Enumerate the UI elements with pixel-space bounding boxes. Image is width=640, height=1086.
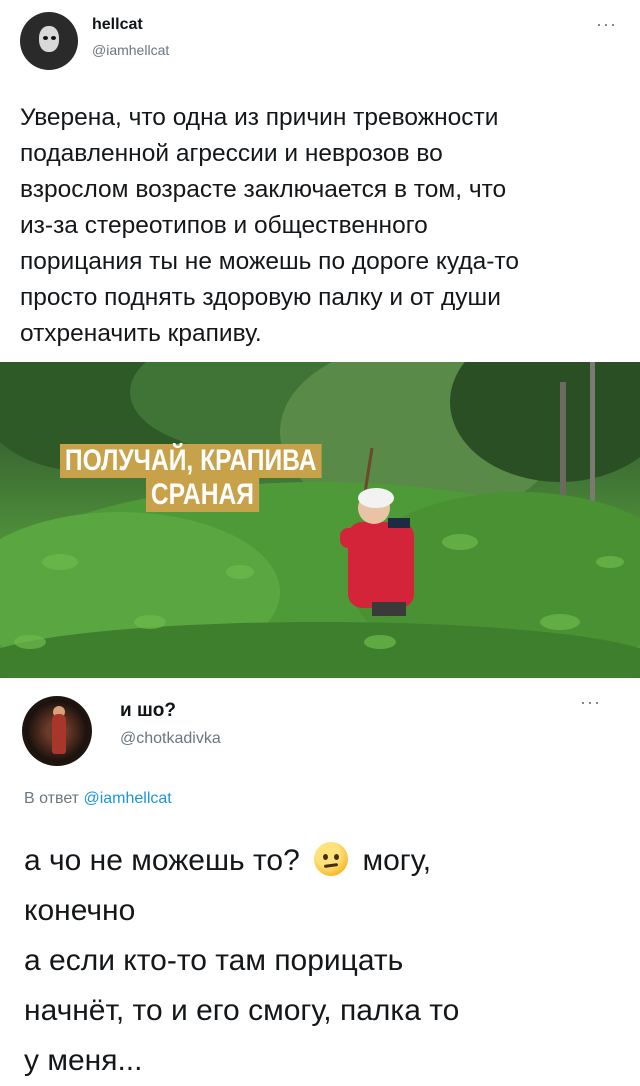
author-name[interactable]: hellcat [92, 16, 143, 34]
reply-text-line: а если кто-то там порицать [24, 944, 404, 977]
author-name[interactable]: и шо? [120, 700, 176, 722]
avatar-figure [52, 714, 66, 754]
tweet-text-line: Уверена, что одна из причин тревожности [20, 104, 499, 131]
meme-caption-line: СРАНАЯ [146, 478, 259, 512]
author-handle[interactable]: @iamhellcat [92, 42, 169, 58]
tweet-text-line: порицания ты не можешь по дороге куда-то [20, 248, 519, 275]
reply-text-line: а чо не можешь то? могу, [24, 836, 624, 886]
reply-mention-link[interactable]: @iamhellcat [83, 790, 171, 807]
more-options-icon[interactable]: ··· [580, 692, 601, 713]
more-options-icon[interactable]: ··· [596, 14, 617, 35]
tweet-text-line: просто поднять здоровую палку и от души [20, 284, 501, 311]
reply-tweet: и шо? @chotkadivka ··· В ответ @iamhellc… [0, 678, 640, 1077]
avatar-face [39, 26, 59, 52]
avatar-eye [43, 36, 48, 40]
tweet-text-line: взрослом возрасте заключается в том, что [20, 176, 507, 203]
reply-text: а чо не можешь то? могу, конечно а если … [24, 836, 624, 1086]
reply-prefix: В ответ [24, 790, 80, 807]
meme-image[interactable] [0, 362, 640, 678]
tweet-text-line: из-за стереотипов и общественного [20, 212, 428, 239]
reply-context: В ответ @iamhellcat [24, 790, 172, 808]
reply-text-fragment: а чо не можешь то? [24, 844, 300, 877]
meme-illustration [0, 362, 640, 678]
meme-caption-line: ПОЛУЧАЙ, КРАПИВА [60, 444, 322, 478]
tweet-text: Уверена, что одна из причин тревожности … [20, 100, 620, 352]
reply-text-fragment: могу, [362, 844, 432, 877]
reply-text-line: конечно [24, 894, 136, 927]
avatar[interactable] [22, 696, 92, 766]
tweet-text-line: отхреначить крапиву. [20, 320, 262, 347]
reply-text-line: начнёт, то и его смогу, палка то [24, 994, 460, 1027]
author-handle[interactable]: @chotkadivka [120, 730, 221, 748]
avatar[interactable] [20, 12, 78, 70]
face-with-rolling-eyes-icon [314, 842, 349, 876]
tweet-text-line: подавленной агрессии и неврозов во [20, 140, 443, 167]
reply-text-line: у меня... [24, 1044, 143, 1077]
avatar-eye [51, 36, 56, 40]
tweet: hellcat @iamhellcat ··· Уверена, что одн… [0, 0, 640, 360]
